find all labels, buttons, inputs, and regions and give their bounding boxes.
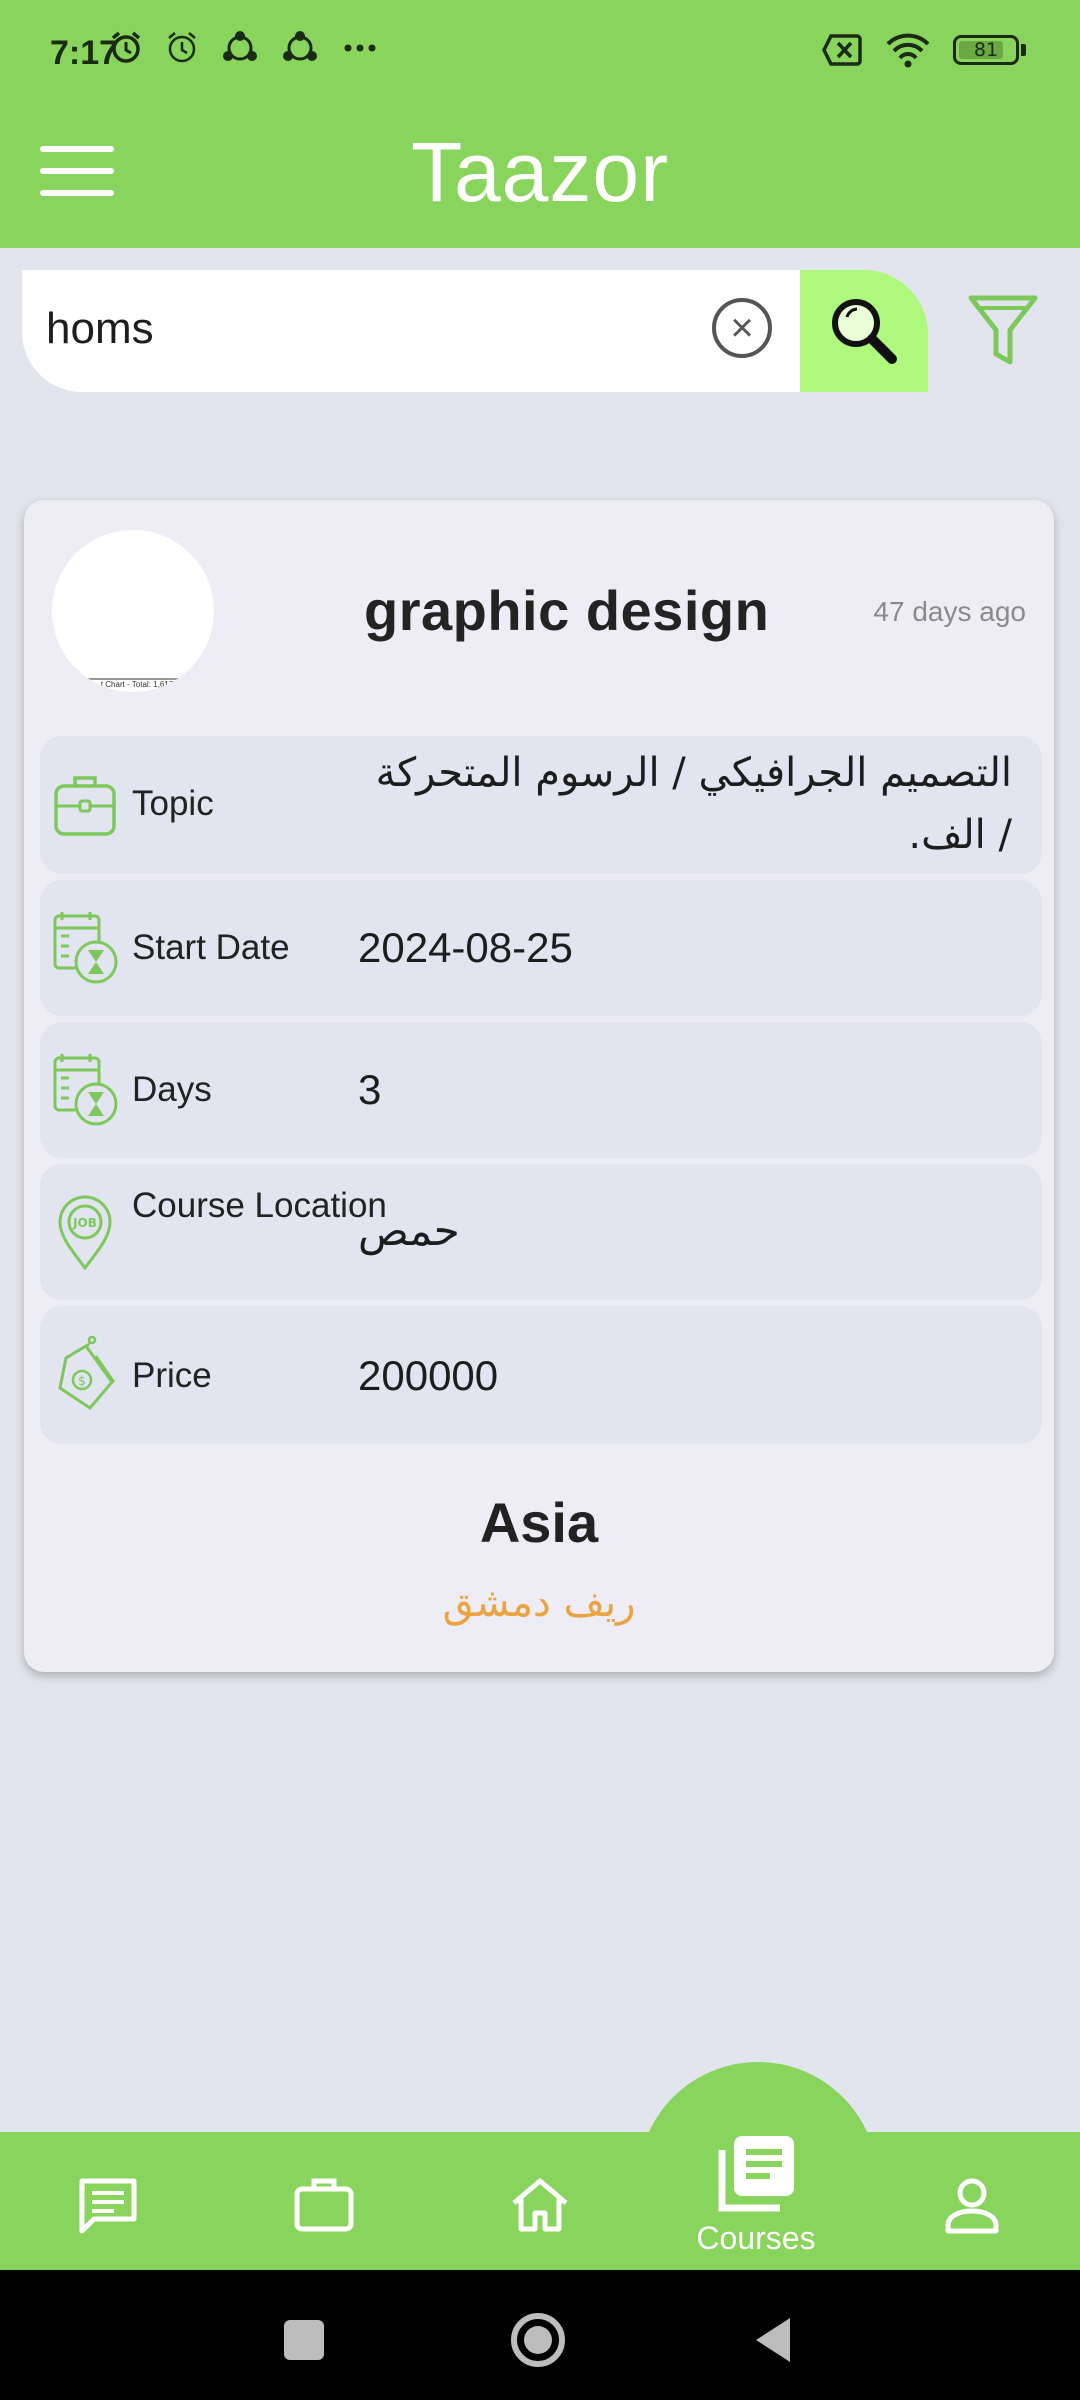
home-button[interactable] bbox=[508, 2310, 568, 2370]
region-label: Asia bbox=[479, 1491, 599, 1554]
nav-item-chat[interactable] bbox=[48, 2150, 168, 2260]
wifi-icon bbox=[886, 33, 930, 68]
sim-off-icon bbox=[822, 34, 862, 66]
square-icon bbox=[284, 2320, 324, 2360]
search-input-value: homs bbox=[46, 304, 154, 353]
system-status-icons: 81 bbox=[821, 32, 1026, 68]
sync-app-icon bbox=[223, 31, 257, 61]
courses-icon bbox=[718, 2135, 794, 2211]
status-bar: 7:17 81 bbox=[0, 0, 1080, 110]
more-notifications-icon bbox=[344, 44, 376, 52]
app-bar: 7:17 81 Taazor bbox=[0, 0, 1080, 248]
recent-apps-button[interactable] bbox=[274, 2310, 334, 2370]
search-input[interactable]: homs × bbox=[22, 270, 800, 392]
topic-value: التصميم الجرافيكي / الرسوم المتحركة / ال… bbox=[375, 750, 1012, 858]
svg-text:JOB: JOB bbox=[72, 1216, 97, 1230]
battery-level: 81 bbox=[973, 39, 999, 61]
alarm-outline-icon bbox=[168, 32, 196, 63]
course-location-label: Course Location bbox=[132, 1186, 387, 1225]
days-row: Days 3 bbox=[40, 1022, 1042, 1158]
clear-circle-icon[interactable]: × bbox=[712, 298, 772, 358]
start-date-label: Start Date bbox=[132, 928, 290, 967]
course-location-row: JOB Course Location حمص bbox=[40, 1164, 1042, 1300]
avatar-caption: …t Chart - Total: 1,617 bbox=[52, 678, 214, 689]
start-date-row: Start Date 2024-08-25 bbox=[40, 880, 1042, 1016]
back-button[interactable] bbox=[746, 2310, 806, 2370]
chat-icon bbox=[79, 2178, 137, 2234]
posted-time: 47 days ago bbox=[873, 596, 1026, 627]
course-avatar: …t Chart - Total: 1,617 bbox=[52, 530, 214, 692]
calendar-hourglass-icon bbox=[53, 912, 118, 984]
topic-label: Topic bbox=[132, 784, 214, 823]
back-triangle-icon bbox=[756, 2318, 790, 2362]
course-title: graphic design bbox=[364, 579, 770, 642]
briefcase-icon bbox=[54, 776, 116, 836]
nav-item-profile[interactable] bbox=[912, 2150, 1032, 2260]
notification-icons bbox=[108, 30, 380, 66]
price-tag-icon: $ bbox=[58, 1336, 116, 1410]
home-icon bbox=[512, 2178, 568, 2232]
course-card[interactable]: …t Chart - Total: 1,617 graphic design 4… bbox=[24, 500, 1054, 1672]
filter-button[interactable] bbox=[966, 292, 1040, 368]
nav-item-courses[interactable]: Courses bbox=[696, 2124, 816, 2264]
days-value: 3 bbox=[358, 1066, 382, 1113]
city-label: ريف دمشق bbox=[442, 1580, 636, 1626]
topic-row: Topic التصميم الجرافيكي / الرسوم المتحرك… bbox=[40, 736, 1042, 874]
course-location-value: حمص bbox=[358, 1206, 460, 1255]
price-row: $ Price 200000 bbox=[40, 1306, 1042, 1444]
start-date-value: 2024-08-25 bbox=[358, 924, 573, 971]
circle-home-icon bbox=[511, 2313, 565, 2367]
nav-item-jobs[interactable] bbox=[264, 2150, 384, 2260]
nav-item-courses-label: Courses bbox=[696, 2219, 816, 2256]
sync-app-icon-2 bbox=[283, 31, 317, 61]
job-location-pin-icon: JOB bbox=[58, 1195, 112, 1270]
price-value: 200000 bbox=[358, 1352, 499, 1399]
battery-tip bbox=[1021, 44, 1026, 56]
funnel-icon bbox=[968, 295, 1038, 365]
calendar-hourglass-icon bbox=[53, 1054, 118, 1126]
magnifier-icon bbox=[832, 299, 897, 364]
briefcase-icon bbox=[294, 2178, 354, 2232]
svg-text:$: $ bbox=[78, 1374, 86, 1388]
profile-icon bbox=[945, 2178, 999, 2234]
price-label: Price bbox=[132, 1356, 212, 1395]
battery-icon: 81 bbox=[953, 35, 1019, 65]
app-title: Taazor bbox=[410, 125, 670, 219]
search-button[interactable] bbox=[800, 270, 928, 392]
alarm-icon bbox=[111, 31, 141, 63]
nav-item-home[interactable] bbox=[480, 2150, 600, 2260]
days-label: Days bbox=[132, 1070, 212, 1109]
